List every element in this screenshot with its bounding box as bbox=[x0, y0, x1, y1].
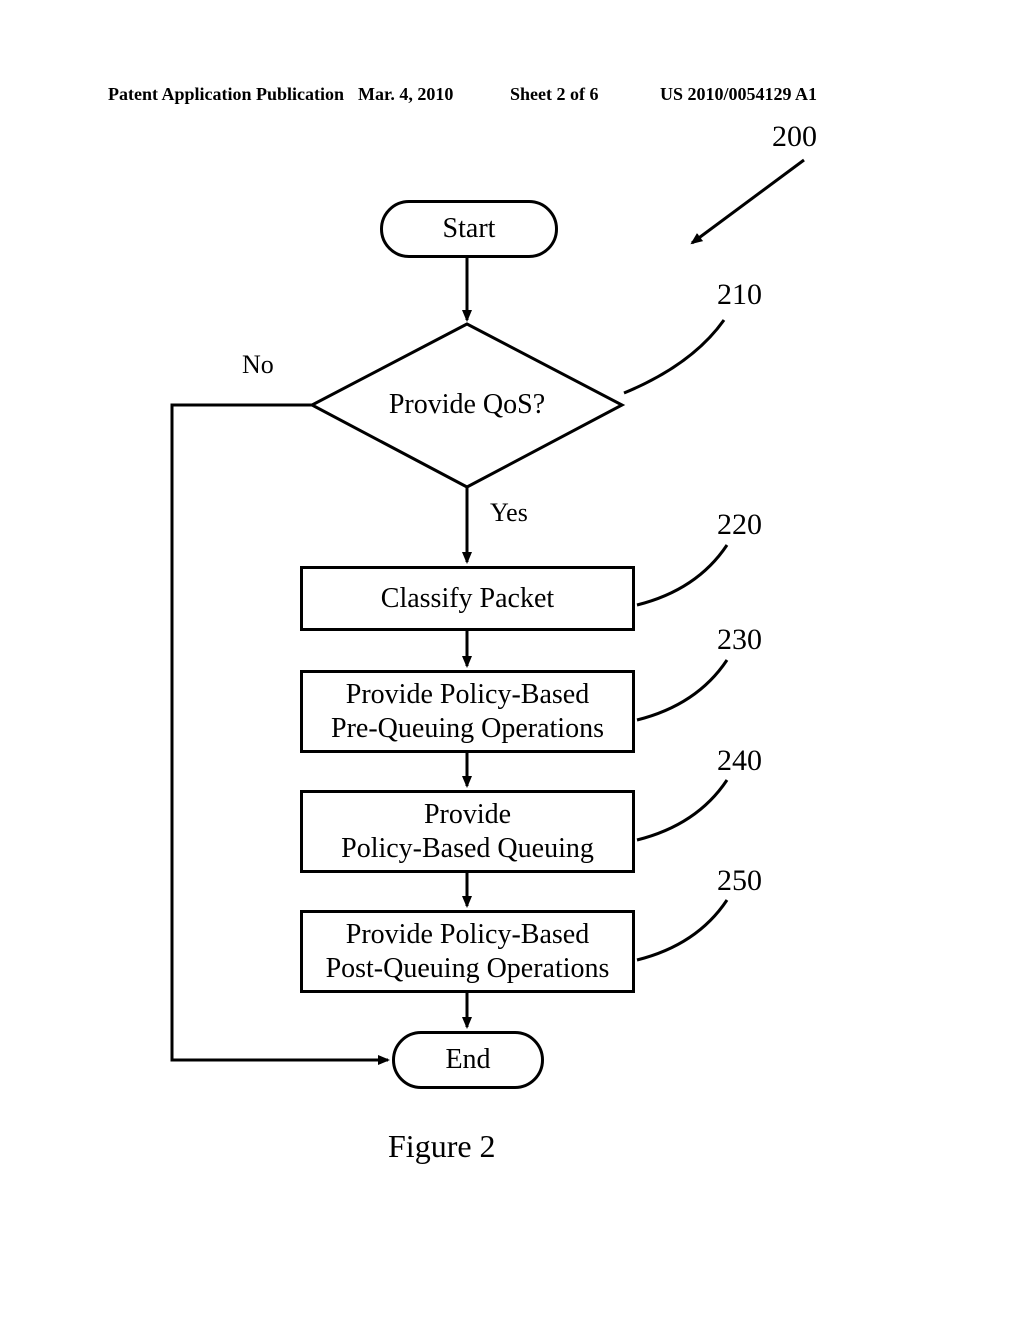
process-classify-packet: Classify Packet bbox=[300, 566, 635, 631]
ref-220: 220 bbox=[717, 508, 762, 542]
terminal-start: Start bbox=[380, 200, 558, 258]
process-line: Pre-Queuing Operations bbox=[331, 712, 604, 746]
process-line: Provide bbox=[424, 798, 511, 832]
flowchart: 200 Start Provide QoS? No Yes 210 Classi… bbox=[132, 130, 892, 1130]
process-line: Provide Policy-Based bbox=[346, 678, 589, 712]
label-yes: Yes bbox=[490, 498, 528, 528]
header-date: Mar. 4, 2010 bbox=[358, 84, 453, 105]
process-queuing: Provide Policy-Based Queuing bbox=[300, 790, 635, 873]
process-line: Classify Packet bbox=[381, 582, 554, 616]
ref-240: 240 bbox=[717, 744, 762, 778]
process-pre-queuing: Provide Policy-Based Pre-Queuing Operati… bbox=[300, 670, 635, 753]
decision-label: Provide QoS? bbox=[317, 325, 617, 485]
ref-250: 250 bbox=[717, 864, 762, 898]
label-no: No bbox=[242, 350, 274, 380]
process-line: Policy-Based Queuing bbox=[341, 832, 594, 866]
header-sheet: Sheet 2 of 6 bbox=[510, 84, 599, 105]
decision-provide-qos: Provide QoS? bbox=[317, 325, 617, 485]
ref-210: 210 bbox=[717, 278, 762, 312]
terminal-end: End bbox=[392, 1031, 544, 1089]
figure-caption: Figure 2 bbox=[388, 1128, 496, 1165]
header-pubno: US 2010/0054129 A1 bbox=[660, 84, 817, 105]
process-post-queuing: Provide Policy-Based Post-Queuing Operat… bbox=[300, 910, 635, 993]
process-line: Post-Queuing Operations bbox=[326, 952, 610, 986]
ref-200: 200 bbox=[772, 120, 817, 154]
header-left: Patent Application Publication bbox=[108, 84, 344, 105]
process-line: Provide Policy-Based bbox=[346, 918, 589, 952]
ref-230: 230 bbox=[717, 623, 762, 657]
